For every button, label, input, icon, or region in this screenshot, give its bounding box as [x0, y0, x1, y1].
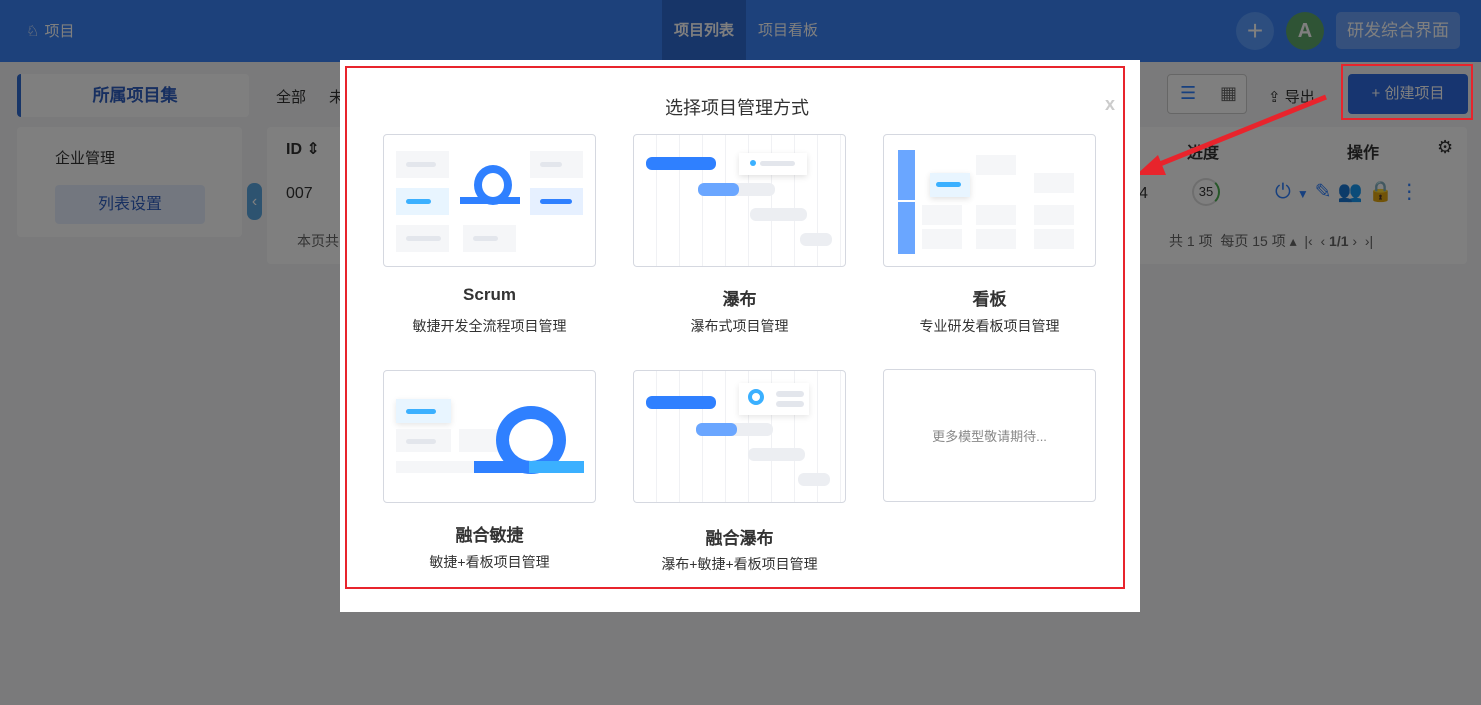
- option-fusion-agile[interactable]: [383, 370, 596, 503]
- option-subtitle: 瀑布+敏捷+看板项目管理: [661, 556, 818, 572]
- highlight-box: 选择项目管理方式 x 更多模型敬请期待... Scrum 敏捷开发全流程项目管理…: [345, 66, 1125, 589]
- option-title: 融合瀑布: [705, 529, 774, 548]
- modal-title: 选择项目管理方式: [665, 98, 809, 118]
- option-subtitle: 敏捷+看板项目管理: [429, 554, 550, 570]
- option-subtitle: 瀑布式项目管理: [690, 318, 789, 334]
- option-title: 瀑布: [722, 290, 757, 309]
- option-subtitle: 敏捷开发全流程项目管理: [412, 318, 567, 334]
- option-title: 看板: [972, 290, 1007, 309]
- select-method-modal: 选择项目管理方式 x 更多模型敬请期待... Scrum 敏捷开发全流程项目管理…: [340, 60, 1140, 612]
- highlight-box: [1341, 64, 1473, 120]
- option-subtitle: 专业研发看板项目管理: [919, 318, 1060, 334]
- option-scrum[interactable]: [383, 134, 596, 267]
- more-models-placeholder: 更多模型敬请期待...: [883, 369, 1096, 502]
- close-icon[interactable]: x: [1105, 94, 1115, 115]
- annotation-arrow: [1136, 94, 1327, 175]
- option-waterfall[interactable]: [633, 134, 846, 267]
- option-kanban[interactable]: [883, 134, 1096, 267]
- option-title: 融合敏捷: [455, 526, 524, 545]
- option-fusion-waterfall[interactable]: [633, 370, 846, 503]
- option-title: Scrum: [463, 285, 516, 304]
